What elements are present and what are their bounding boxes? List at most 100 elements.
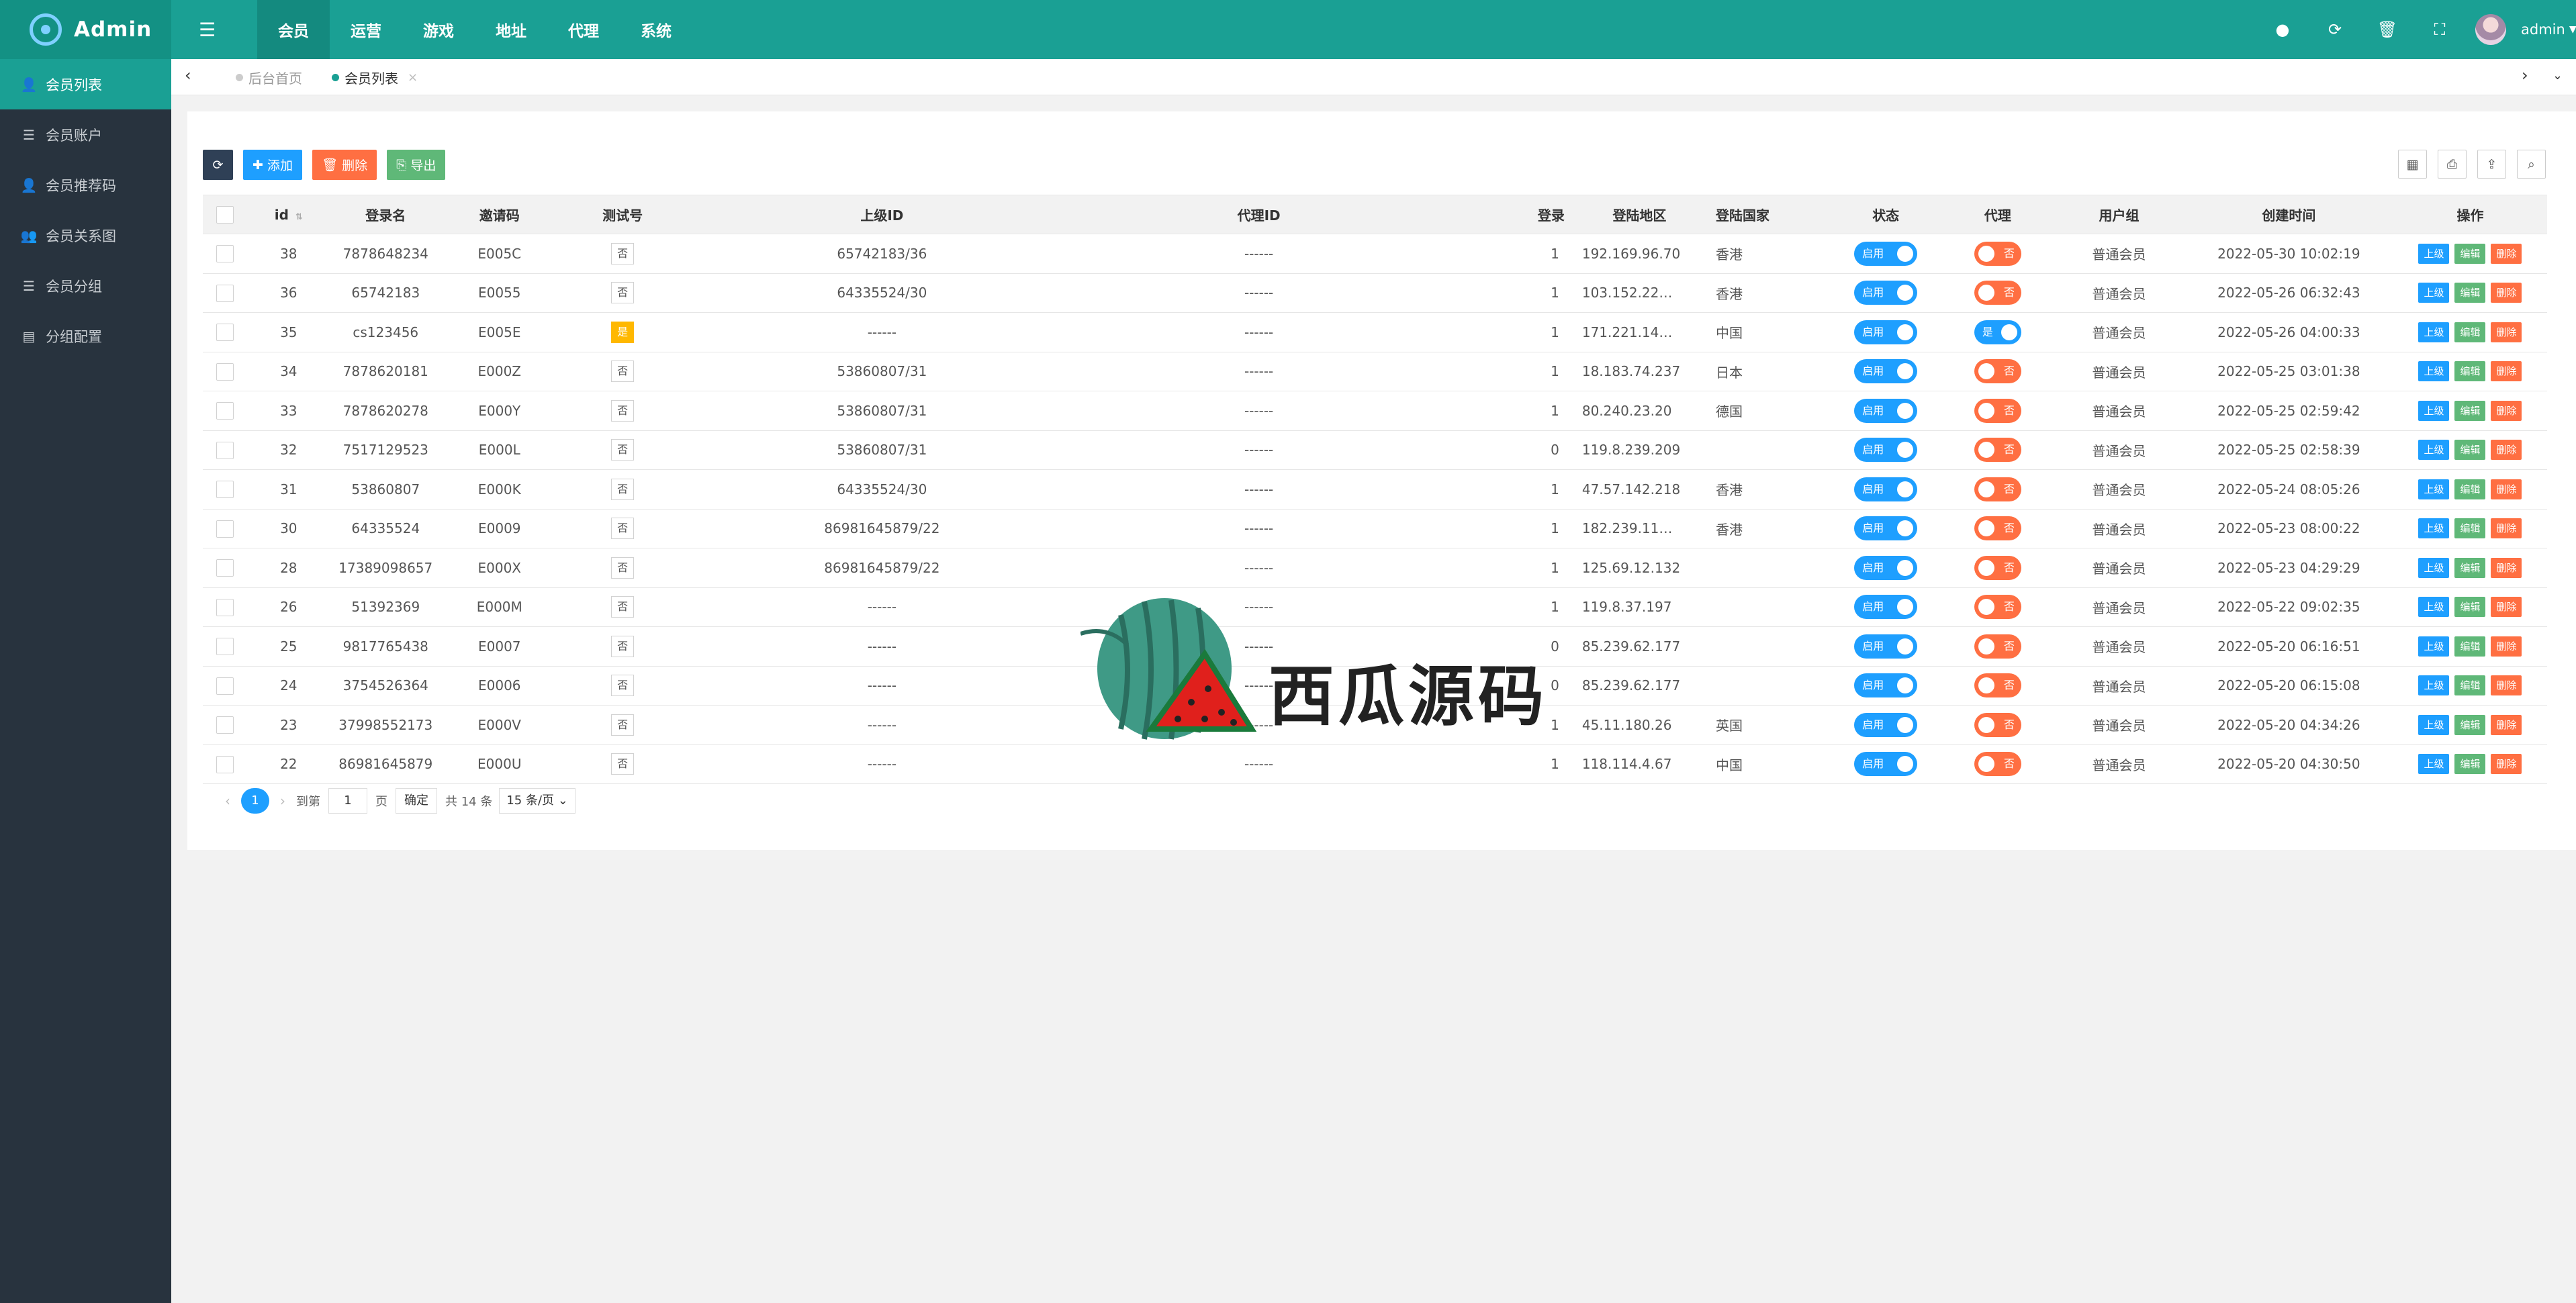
proxy-toggle[interactable]: 否	[1974, 555, 2021, 580]
proxy-toggle[interactable]: 否	[1974, 752, 2021, 777]
status-toggle[interactable]: 启用	[1854, 634, 1918, 659]
delete-row-button[interactable]: 删除	[2491, 754, 2522, 775]
checkbox[interactable]	[216, 520, 234, 538]
delete-row-button[interactable]: 删除	[2491, 518, 2522, 539]
row-select[interactable]	[203, 234, 248, 274]
checkbox[interactable]	[216, 638, 234, 655]
sidebar-item-member-group[interactable]: ☰ 会员分组	[0, 260, 171, 311]
parent-button[interactable]: 上级	[2418, 479, 2450, 499]
chevron-left-icon[interactable]: ‹	[185, 66, 191, 85]
proxy-toggle[interactable]: 否	[1974, 595, 2021, 620]
delete-row-button[interactable]: 删除	[2491, 322, 2522, 342]
checkbox[interactable]	[216, 559, 234, 577]
proxy-toggle[interactable]: 否	[1974, 477, 2021, 501]
checkbox[interactable]	[216, 481, 234, 498]
parent-button[interactable]: 上级	[2418, 557, 2450, 578]
row-select[interactable]	[203, 626, 248, 667]
delete-row-button[interactable]: 删除	[2491, 636, 2522, 657]
parent-button[interactable]: 上级	[2418, 636, 2450, 657]
parent-button[interactable]: 上级	[2418, 754, 2450, 775]
edit-button[interactable]: 编辑	[2454, 322, 2486, 342]
edit-button[interactable]: 编辑	[2454, 243, 2486, 264]
status-toggle[interactable]: 启用	[1854, 595, 1918, 620]
status-toggle[interactable]: 启用	[1854, 398, 1918, 423]
status-toggle[interactable]: 启用	[1854, 359, 1918, 384]
proxy-toggle[interactable]: 否	[1974, 634, 2021, 659]
status-toggle[interactable]: 启用	[1854, 438, 1918, 463]
edit-button[interactable]: 编辑	[2454, 597, 2486, 618]
row-select[interactable]	[203, 744, 248, 784]
status-toggle[interactable]: 启用	[1854, 281, 1918, 305]
delete-row-button[interactable]: 删除	[2491, 361, 2522, 382]
parent-button[interactable]: 上级	[2418, 400, 2450, 421]
chevron-down-icon[interactable]: ⌄	[2552, 68, 2563, 83]
delete-row-button[interactable]: 删除	[2491, 400, 2522, 421]
user-menu[interactable]: admin ▼	[2475, 13, 2576, 46]
refresh-page-icon[interactable]: ⟳	[2309, 20, 2361, 39]
theme-icon[interactable]: ●	[2256, 20, 2309, 39]
checkbox[interactable]	[216, 441, 234, 459]
delete-row-button[interactable]: 删除	[2491, 557, 2522, 578]
edit-button[interactable]: 编辑	[2454, 400, 2486, 421]
edit-button[interactable]: 编辑	[2454, 557, 2486, 578]
edit-button[interactable]: 编辑	[2454, 283, 2486, 303]
delete-row-button[interactable]: 删除	[2491, 675, 2522, 696]
delete-button[interactable]: 🗑 删除	[312, 150, 377, 180]
row-select[interactable]	[203, 273, 248, 313]
export-button[interactable]: ⎘ 导出	[387, 150, 446, 180]
edit-button[interactable]: 编辑	[2454, 440, 2486, 461]
col-id[interactable]: id ⇅	[247, 195, 330, 234]
sidebar-item-referral-code[interactable]: 👤 会员推荐码	[0, 160, 171, 210]
tab-home[interactable]: 后台首页	[221, 59, 317, 95]
proxy-toggle[interactable]: 否	[1974, 359, 2021, 384]
row-select[interactable]	[203, 509, 248, 548]
nav-operation[interactable]: 运营	[330, 0, 402, 59]
row-select[interactable]	[203, 587, 248, 627]
proxy-toggle[interactable]: 否	[1974, 398, 2021, 423]
delete-row-button[interactable]: 删除	[2491, 283, 2522, 303]
current-page[interactable]: 1	[241, 788, 269, 814]
proxy-toggle[interactable]: 否	[1974, 281, 2021, 305]
logo[interactable]: Admin	[0, 0, 171, 59]
parent-button[interactable]: 上级	[2418, 243, 2450, 264]
refresh-button[interactable]: ⟳	[203, 150, 233, 180]
sidebar-item-relation-graph[interactable]: 👥 会员关系图	[0, 210, 171, 260]
nav-member[interactable]: 会员	[257, 0, 330, 59]
row-select[interactable]	[203, 666, 248, 706]
status-toggle[interactable]: 启用	[1854, 516, 1918, 541]
checkbox[interactable]	[216, 677, 234, 695]
fullscreen-icon[interactable]: ⛶	[2413, 20, 2466, 39]
row-select[interactable]	[203, 312, 248, 352]
parent-button[interactable]: 上级	[2418, 440, 2450, 461]
delete-row-button[interactable]: 删除	[2491, 440, 2522, 461]
proxy-toggle[interactable]: 是	[1974, 320, 2021, 344]
proxy-toggle[interactable]: 否	[1974, 673, 2021, 698]
tab-member-list[interactable]: 会员列表 ×	[317, 59, 432, 95]
checkbox[interactable]	[216, 284, 234, 302]
row-select[interactable]	[203, 352, 248, 391]
sidebar-item-group-config[interactable]: ▤ 分组配置	[0, 311, 171, 361]
row-select[interactable]	[203, 548, 248, 588]
checkbox[interactable]	[216, 205, 234, 224]
checkbox[interactable]	[216, 598, 234, 616]
print-icon[interactable]: ⎙	[2438, 150, 2467, 179]
checkbox[interactable]	[216, 324, 234, 341]
parent-button[interactable]: 上级	[2418, 675, 2450, 696]
columns-icon[interactable]: ▦	[2398, 150, 2427, 179]
nav-system[interactable]: 系统	[620, 0, 692, 59]
sidebar-item-member-account[interactable]: ☰ 会员账户	[0, 109, 171, 160]
nav-address[interactable]: 地址	[475, 0, 547, 59]
parent-button[interactable]: 上级	[2418, 597, 2450, 618]
nav-agent[interactable]: 代理	[547, 0, 620, 59]
add-button[interactable]: ✚ 添加	[243, 150, 302, 180]
row-select[interactable]	[203, 705, 248, 745]
edit-button[interactable]: 编辑	[2454, 518, 2486, 539]
status-toggle[interactable]: 启用	[1854, 477, 1918, 501]
edit-button[interactable]: 编辑	[2454, 754, 2486, 775]
delete-row-button[interactable]: 删除	[2491, 243, 2522, 264]
status-toggle[interactable]: 启用	[1854, 320, 1918, 344]
parent-button[interactable]: 上级	[2418, 322, 2450, 342]
status-toggle[interactable]: 启用	[1854, 673, 1918, 698]
edit-button[interactable]: 编辑	[2454, 479, 2486, 499]
next-page-icon[interactable]: ›	[280, 793, 285, 809]
